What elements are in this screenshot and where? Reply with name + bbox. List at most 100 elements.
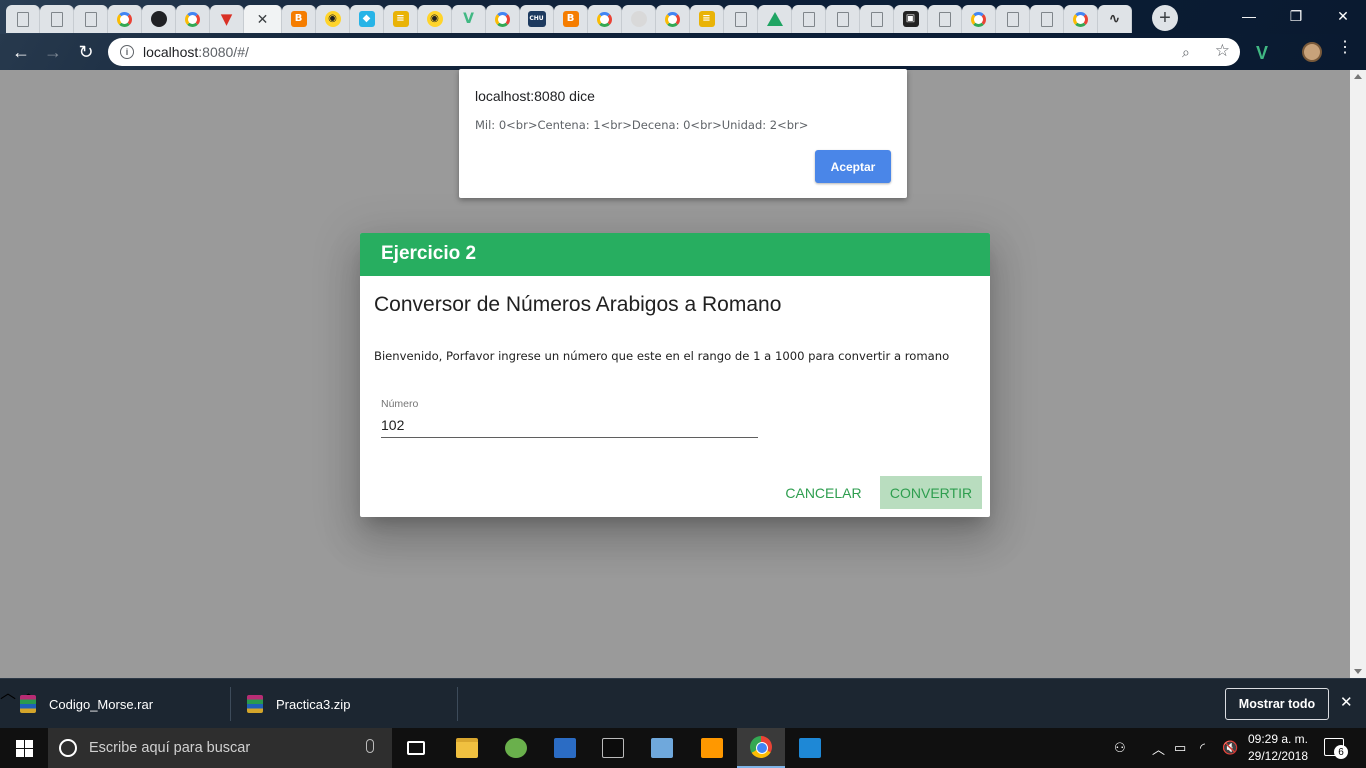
android-studio-button[interactable] <box>492 728 540 768</box>
tab[interactable] <box>74 5 108 33</box>
page-scrollbar[interactable] <box>1350 70 1366 678</box>
tab[interactable] <box>656 5 690 33</box>
chevron-up-icon[interactable]: ︿ <box>1152 728 1165 768</box>
battery-icon[interactable]: ▭ <box>1174 728 1186 768</box>
tab[interactable]: ≡ <box>384 5 418 33</box>
url-host: localhost <box>143 44 199 60</box>
archive-icon <box>20 695 36 713</box>
tab[interactable]: ≡ <box>690 5 724 33</box>
alert-accept-button[interactable]: Aceptar <box>815 150 891 183</box>
notification-center-icon[interactable]: 6 <box>1324 738 1348 759</box>
tab[interactable] <box>142 5 176 33</box>
number-input[interactable]: 102 <box>381 414 758 438</box>
tab[interactable]: ▣ <box>894 5 928 33</box>
new-tab-button[interactable]: + <box>1152 5 1178 31</box>
tab[interactable] <box>486 5 520 33</box>
close-window-button[interactable]: ✕ <box>1320 4 1366 28</box>
tab[interactable] <box>622 5 656 33</box>
terminal-icon <box>602 738 624 758</box>
close-icon[interactable]: ✕ <box>257 11 269 28</box>
microphone-icon[interactable] <box>366 739 374 753</box>
virtualbox-button[interactable] <box>638 728 686 768</box>
vue-icon: V <box>463 11 474 27</box>
google-icon <box>185 11 200 27</box>
chrome-button[interactable] <box>737 728 785 768</box>
tab[interactable]: B <box>282 5 316 33</box>
tab[interactable] <box>928 5 962 33</box>
tab[interactable] <box>724 5 758 33</box>
show-all-button[interactable]: Mostrar todo <box>1225 688 1329 720</box>
zoom-icon[interactable]: ⌕ <box>1182 44 1198 60</box>
stackoverflow-icon: ≡ <box>698 11 715 27</box>
bookmark-star-icon[interactable]: ☆ <box>1215 41 1230 61</box>
terminal-button[interactable] <box>589 728 637 768</box>
cortana-icon <box>59 739 77 757</box>
cancel-button[interactable]: CANCELAR <box>780 476 867 509</box>
taskbar-search[interactable]: Escribe aquí para buscar <box>48 728 392 768</box>
back-button[interactable]: ← <box>8 39 34 65</box>
ball-icon <box>630 11 647 27</box>
tab[interactable] <box>6 5 40 33</box>
convert-button[interactable]: CONVERTIR <box>880 476 982 509</box>
tab[interactable] <box>108 5 142 33</box>
tab[interactable]: ▼ <box>210 5 244 33</box>
chrome-icon <box>750 736 772 758</box>
scroll-up-icon[interactable] <box>1354 74 1362 79</box>
close-icon[interactable]: ✕ <box>1340 693 1353 711</box>
folder-icon <box>456 738 478 758</box>
tab[interactable] <box>792 5 826 33</box>
tab[interactable] <box>40 5 74 33</box>
people-icon[interactable]: ⚇ <box>1114 728 1126 768</box>
tab[interactable] <box>588 5 622 33</box>
doc-icon <box>836 11 849 27</box>
tab[interactable] <box>1030 5 1064 33</box>
file-explorer-button[interactable] <box>443 728 491 768</box>
tab[interactable] <box>758 5 792 33</box>
arrow-left-icon: ← <box>12 41 30 62</box>
sublime-button[interactable] <box>688 728 736 768</box>
js-alert-dialog: localhost:8080 dice Mil: 0<br>Centena: 1… <box>459 69 907 198</box>
tab[interactable] <box>1064 5 1098 33</box>
profile-avatar[interactable] <box>1302 42 1322 62</box>
wifi-icon[interactable]: ◜ <box>1200 728 1205 768</box>
start-button[interactable] <box>0 728 48 768</box>
network-app-button[interactable] <box>541 728 589 768</box>
clock[interactable]: 09:29 a. m. 29/12/2018 <box>1240 731 1316 765</box>
tab[interactable] <box>860 5 894 33</box>
info-icon[interactable]: i <box>120 45 134 59</box>
search-placeholder: Escribe aquí para buscar <box>89 740 251 756</box>
minimize-button[interactable]: — <box>1226 4 1272 28</box>
tab[interactable]: ∿ <box>1098 5 1132 33</box>
tab[interactable] <box>996 5 1030 33</box>
download-item[interactable]: Codigo_Morse.rar <box>20 679 153 729</box>
url-text: localhost:8080/#/ <box>143 44 249 60</box>
tab[interactable] <box>826 5 860 33</box>
task-view-icon <box>407 741 425 755</box>
google-icon <box>117 11 132 27</box>
task-view-button[interactable] <box>392 728 440 768</box>
tab-active[interactable]: ✕ <box>244 5 282 33</box>
doc-icon <box>84 11 97 27</box>
tab[interactable] <box>176 5 210 33</box>
volume-muted-icon[interactable]: 🔇 <box>1222 728 1238 768</box>
chevron-up-icon[interactable]: ︿ <box>0 685 16 702</box>
tab[interactable]: ◉ <box>418 5 452 33</box>
tab[interactable]: B <box>554 5 588 33</box>
forward-button[interactable]: → <box>40 39 66 65</box>
android-icon <box>505 738 527 758</box>
tab[interactable]: ◆ <box>350 5 384 33</box>
vue-devtools-icon[interactable]: V <box>1256 43 1268 64</box>
menu-icon[interactable]: ⋮ <box>1337 40 1353 56</box>
tab[interactable]: ◉ <box>316 5 350 33</box>
restore-button[interactable]: ❐ <box>1273 4 1319 28</box>
reload-button[interactable]: ↻ <box>73 39 99 65</box>
wave-icon: ∿ <box>1108 11 1121 27</box>
doc-icon <box>1040 11 1053 27</box>
tab[interactable]: V <box>452 5 486 33</box>
download-item[interactable]: Practica3.zip <box>247 679 350 729</box>
scroll-down-icon[interactable] <box>1354 669 1362 674</box>
vscode-button[interactable] <box>786 728 834 768</box>
tab[interactable]: CHU <box>520 5 554 33</box>
address-bar[interactable]: i localhost:8080/#/ ⌕ ☆ <box>108 38 1240 66</box>
tab[interactable] <box>962 5 996 33</box>
